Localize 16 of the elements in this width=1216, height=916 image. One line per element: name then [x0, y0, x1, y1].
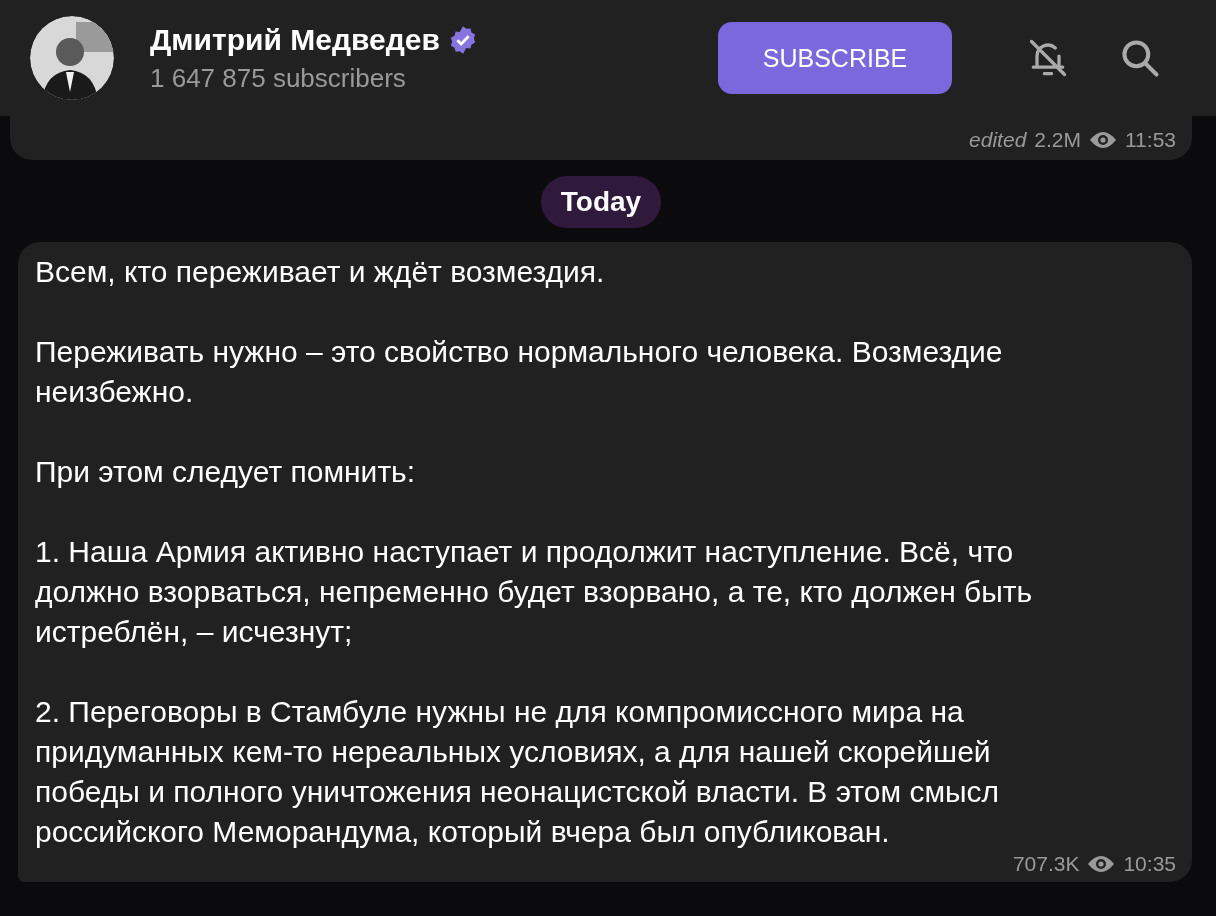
message-time: 11:53: [1125, 128, 1176, 152]
eye-icon: [1087, 854, 1116, 874]
channel-name: Дмитрий Медведев: [150, 22, 440, 57]
subscribe-button[interactable]: SUBSCRIBE: [718, 22, 952, 94]
view-count: 2.2M: [1034, 128, 1081, 152]
message-paragraph: Переживать нужно – это свойство нормального человека. Возмездие неизбежно.: [35, 334, 1003, 410]
eye-icon: [1089, 130, 1117, 150]
message-paragraph: 1. Наша Армия активно наступает и продолжит наступление. Всё, что должно взорваться, непременно будет взорвано, а те, кто должен быть истреблён, – исчезнут;: [35, 534, 1033, 650]
message-time: 10:35: [1123, 852, 1176, 876]
date-label: Today: [540, 176, 662, 228]
message-paragraph: При этом следует помнить:: [35, 454, 416, 490]
subscriber-count: 1 647 875 subscribers: [150, 62, 407, 94]
message-paragraph: Всем, кто переживает и ждёт возмездия.: [35, 254, 605, 290]
message-paragraph: 2. Переговоры в Стамбуле нужны не для компромиссного мира на придуманных кем-то нереальных условиях, а для нашей скорейшей победы и полного уничтожения неонацистской власти. В этом смысл российского Меморандума, который вчера был опубликован.: [35, 694, 1000, 850]
edited-label: edited: [969, 128, 1027, 152]
view-count: 707.3K: [1012, 852, 1080, 876]
